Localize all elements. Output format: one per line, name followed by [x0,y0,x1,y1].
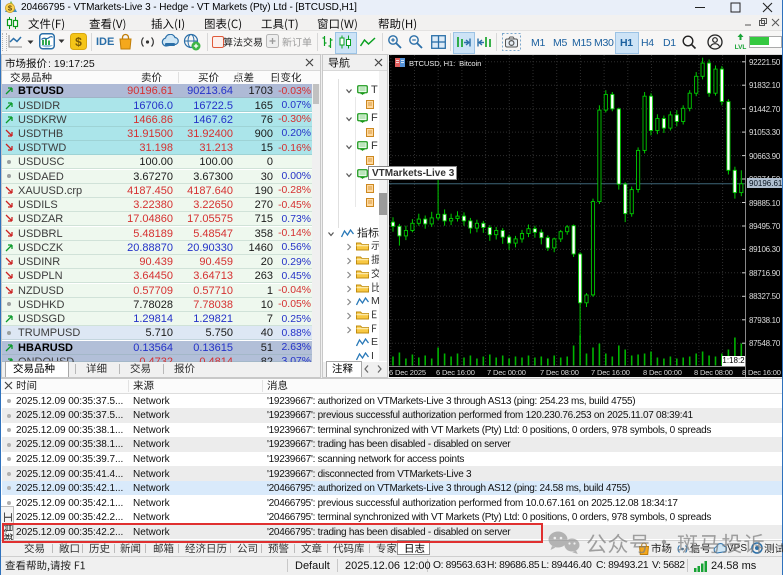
svg-text:LVL: LVL [735,44,747,51]
svg-text:$: $ [75,35,82,49]
